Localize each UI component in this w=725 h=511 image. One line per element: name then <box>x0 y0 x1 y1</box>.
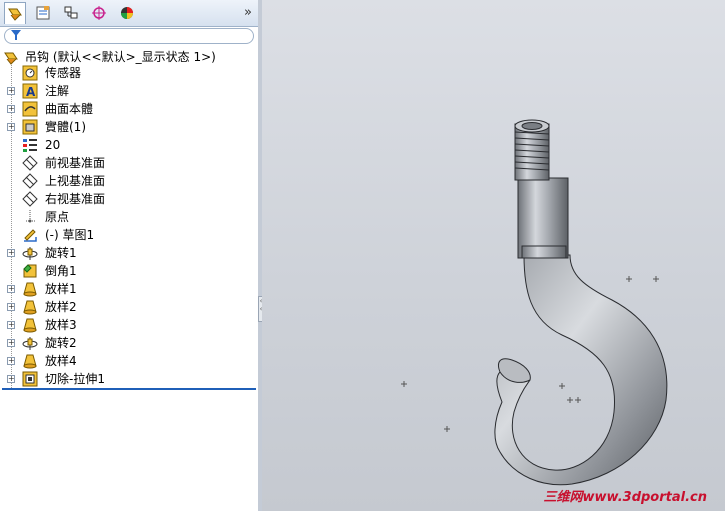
annotation-icon: A <box>22 83 38 99</box>
tree-item-label: 放样4 <box>45 354 77 368</box>
target-icon <box>92 6 106 20</box>
tree-item-label: 放样1 <box>45 282 77 296</box>
revolve-icon <box>22 247 38 260</box>
tree-item-label: 倒角1 <box>45 264 77 278</box>
loft-icon <box>23 318 37 333</box>
tree-item-loft4[interactable]: + 放样4 <box>0 352 255 370</box>
tree-item-label: 原点 <box>45 210 70 224</box>
part-icon <box>4 52 18 65</box>
plane-icon <box>22 191 38 207</box>
expand-toggle[interactable]: + <box>7 285 15 293</box>
appearance-icon <box>121 7 133 19</box>
sketch-icon <box>24 229 37 242</box>
tab-display-manager[interactable] <box>116 2 138 24</box>
expand-toggle[interactable]: + <box>7 375 15 383</box>
tree-item-loft3[interactable]: + 放样3 <box>0 316 255 334</box>
expand-toggle[interactable]: + <box>7 357 15 365</box>
panel-tab-bar: » <box>0 0 258 27</box>
tree-item-label: 注解 <box>45 84 70 98</box>
tree-item-chamfer1[interactable]: 倒角1 <box>0 262 255 280</box>
tree-item-loft2[interactable]: + 放样2 <box>0 298 255 316</box>
graphics-viewport[interactable]: 三维网www.3dportal.cn <box>262 0 725 511</box>
tree-filter-input[interactable] <box>4 28 254 44</box>
tree-item-label: 旋转2 <box>45 336 77 350</box>
watermark-text: 三维网www.3dportal.cn <box>543 490 707 505</box>
tree-item-label: 前视基准面 <box>45 156 106 170</box>
tree-item-cut-extrude1[interactable]: + 切除-拉伸1 <box>0 370 255 388</box>
tree-item-sketch1[interactable]: (-) 草图1 <box>0 226 255 244</box>
expand-toggle[interactable]: + <box>7 303 15 311</box>
svg-text:A: A <box>26 85 36 99</box>
tree-item-annotations[interactable]: + A 注解 <box>0 82 255 100</box>
revolve-icon <box>22 337 38 350</box>
tree-item-label: 放样3 <box>45 318 77 332</box>
tab-property-manager[interactable] <box>32 2 54 24</box>
tree-item-right-plane[interactable]: 右视基准面 <box>0 190 255 208</box>
loft-icon <box>23 300 37 315</box>
expand-toggle[interactable]: + <box>7 321 15 329</box>
tree-item-label: 放样2 <box>45 300 77 314</box>
solid-body-icon <box>22 119 38 135</box>
configuration-icon <box>64 6 78 19</box>
tab-feature-manager[interactable] <box>4 2 26 24</box>
plane-icon <box>22 173 38 189</box>
loft-icon <box>23 282 37 297</box>
tree-item-sensors[interactable]: 传感器 <box>0 64 255 82</box>
loft-icon <box>23 354 37 369</box>
tree-item-revolve1[interactable]: + 旋转1 <box>0 244 255 262</box>
expand-toggle[interactable]: + <box>7 123 15 131</box>
tree-item-top-plane[interactable]: 上视基准面 <box>0 172 255 190</box>
tree-item-front-plane[interactable]: 前视基准面 <box>0 154 255 172</box>
expand-toggle[interactable]: + <box>7 87 15 95</box>
tree-item-label: 切除-拉伸1 <box>45 372 105 386</box>
tree-item-solid-bodies[interactable]: + 實體(1) <box>0 118 255 136</box>
rollback-bar[interactable] <box>2 388 256 390</box>
crane-hook-model[interactable] <box>494 119 668 486</box>
tree-item-surface-bodies[interactable]: + 曲面本體 <box>0 100 255 118</box>
origin-icon <box>26 210 35 223</box>
tree-item-label: 旋转1 <box>45 246 77 260</box>
tree-item-revolve2[interactable]: + 旋转2 <box>0 334 255 352</box>
feature-tree-icon <box>8 8 22 21</box>
feature-manager-panel: » 吊钩 (默认<<默认>_显示状态 1>) 传感器 + A 注解 + 曲面本體 <box>0 0 258 511</box>
tree-item-label: 传感器 <box>45 66 82 80</box>
tree-item-label: 20 <box>45 138 61 152</box>
tree-item-label: 實體(1) <box>45 120 86 134</box>
tree-item-label: 上视基准面 <box>45 174 106 188</box>
surface-body-icon <box>22 101 38 117</box>
tree-item-label: 曲面本體 <box>45 102 94 116</box>
material-icon <box>23 139 37 152</box>
expand-toggle[interactable]: + <box>7 339 15 347</box>
expand-panel-button[interactable]: » <box>244 5 252 20</box>
tab-configuration-manager[interactable] <box>60 2 82 24</box>
sensor-icon <box>22 65 38 81</box>
tree-item-material[interactable]: 20 <box>0 136 255 154</box>
plane-icon <box>22 155 38 171</box>
tree-item-loft1[interactable]: + 放样1 <box>0 280 255 298</box>
cut-extrude-icon <box>22 371 38 387</box>
chamfer-icon <box>23 264 37 278</box>
expand-toggle[interactable]: + <box>7 249 15 257</box>
tree-item-label: (-) 草图1 <box>45 228 95 242</box>
tree-item-label: 右视基准面 <box>45 192 106 206</box>
tab-dimxpert[interactable] <box>88 2 110 24</box>
tree-item-origin[interactable]: 原点 <box>0 208 255 226</box>
property-icon <box>36 6 50 20</box>
filter-icon <box>11 29 21 44</box>
model-view <box>401 119 668 486</box>
expand-toggle[interactable]: + <box>7 105 15 113</box>
